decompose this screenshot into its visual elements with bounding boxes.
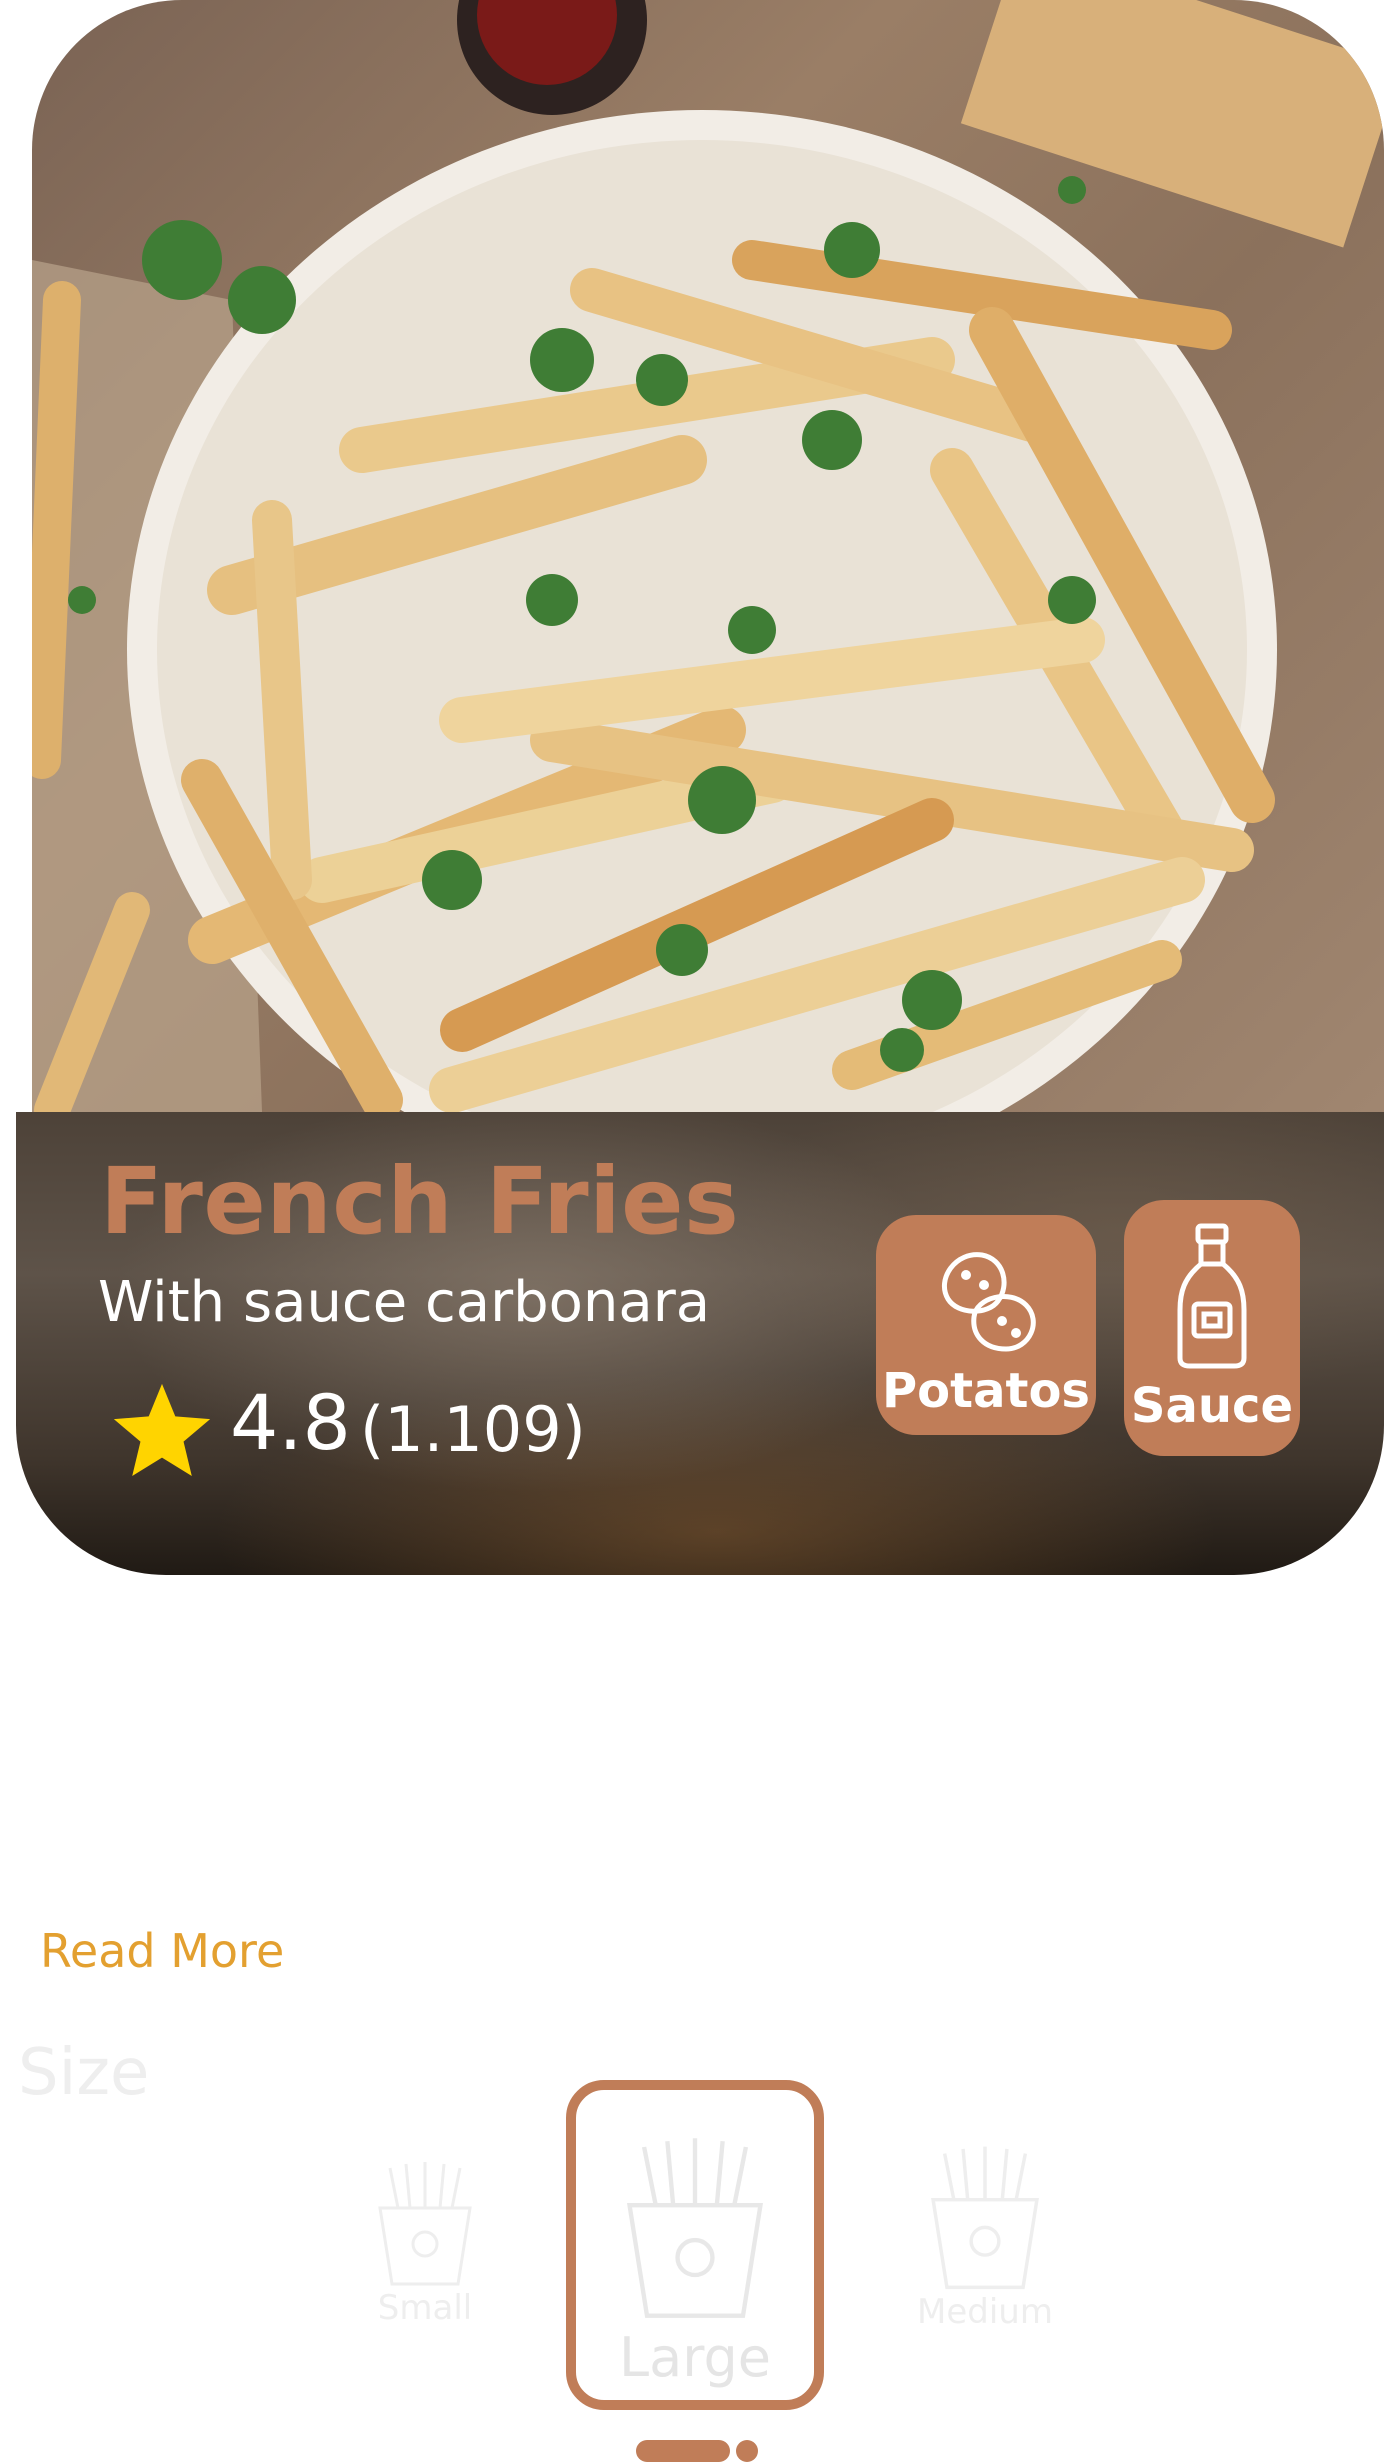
ingredient-label: Potatos [882,1363,1090,1419]
size-option-large[interactable]: Large [566,2080,824,2410]
ingredient-tag-sauce[interactable]: Sauce [1124,1200,1300,1456]
product-info-panel: French Fries With sauce carbonara 4.8 (1… [16,1112,1384,1575]
rating-value: 4.8 [230,1378,351,1467]
size-label: Large [619,2326,771,2389]
size-option-small[interactable]: Small [360,2158,490,2328]
product-hero-card: French Fries With sauce carbonara 4.8 (1… [16,0,1384,1575]
pager-dot [736,2440,758,2462]
fries-icon [626,2138,764,2318]
product-photo [32,0,1384,1112]
size-heading: Size [18,2036,150,2110]
ingredient-tag-potatos[interactable]: Potatos [876,1215,1096,1435]
review-count: (1.109) [360,1393,586,1466]
star-icon [113,1383,211,1476]
product-subtitle: With sauce carbonara [98,1270,711,1335]
pager-active-bar [636,2440,730,2462]
sauce-bottle-icon [1177,1223,1247,1369]
product-title: French Fries [100,1148,740,1255]
size-label: Small [377,2288,473,2328]
fries-icon [378,2162,472,2286]
potato-icon [941,1252,1036,1352]
read-more-link[interactable]: Read More [40,1924,284,1978]
size-label: Medium [917,2292,1053,2332]
fries-icon [931,2146,1039,2290]
size-option-medium[interactable]: Medium [910,2142,1060,2332]
ingredient-label: Sauce [1130,1378,1294,1434]
